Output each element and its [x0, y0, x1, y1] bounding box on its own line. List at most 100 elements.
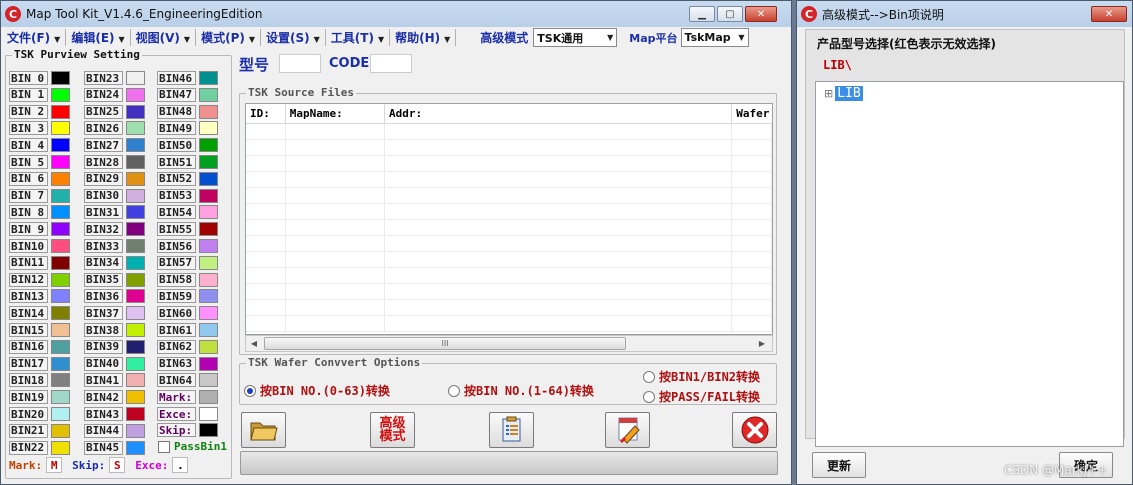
menu-edit[interactable]: 编辑(E) ▼	[66, 29, 131, 46]
bin-color-swatch[interactable]	[199, 71, 218, 85]
bin-color-swatch[interactable]	[51, 390, 70, 405]
menu-settings[interactable]: 设置(S) ▼	[261, 29, 326, 46]
col-mapname-header[interactable]: MapName:	[286, 104, 386, 123]
bin-color-swatch[interactable]	[199, 121, 218, 136]
table-row[interactable]	[246, 204, 772, 220]
close-button[interactable]: ✕	[745, 6, 777, 22]
bin-color-swatch[interactable]	[199, 188, 218, 203]
mark-color-swatch[interactable]	[199, 390, 218, 404]
skip-symbol-input[interactable]: S	[109, 457, 126, 473]
bin-color-swatch[interactable]	[126, 306, 145, 321]
menu-view[interactable]: 视图(V) ▼	[131, 29, 197, 46]
mark-symbol-input[interactable]: M	[46, 457, 63, 473]
bin-color-swatch[interactable]	[51, 323, 70, 337]
bin-color-swatch[interactable]	[199, 339, 218, 354]
bin-color-swatch[interactable]	[199, 255, 218, 270]
maximize-button[interactable]: ▢	[717, 6, 743, 22]
bin-color-swatch[interactable]	[126, 87, 145, 102]
bin-color-swatch[interactable]	[126, 272, 145, 287]
table-row[interactable]	[246, 316, 772, 332]
bin-color-swatch[interactable]	[126, 188, 145, 203]
bin-color-swatch[interactable]	[51, 407, 70, 421]
bin-color-swatch[interactable]	[51, 205, 70, 220]
bin-color-swatch[interactable]	[51, 373, 70, 388]
radio-selected-icon[interactable]	[244, 384, 256, 397]
bin-color-swatch[interactable]	[126, 407, 145, 421]
bin-color-swatch[interactable]	[51, 188, 70, 203]
table-row[interactable]	[246, 172, 772, 188]
exce-color-swatch[interactable]	[199, 407, 218, 421]
bin-color-swatch[interactable]	[126, 289, 145, 304]
bin-color-swatch[interactable]	[51, 138, 70, 153]
advanced-mode-button[interactable]: 高级 模式	[370, 412, 415, 448]
bin-color-swatch[interactable]	[51, 155, 70, 169]
option-bin1-bin2[interactable]: 按BIN1/BIN2转换	[643, 368, 760, 385]
option-bin-1-64[interactable]: 按BIN NO.(1-64)转换	[448, 382, 594, 399]
bin-color-swatch[interactable]	[199, 104, 218, 119]
menu-help[interactable]: 帮助(H) ▼	[390, 29, 457, 46]
bin-color-swatch[interactable]	[126, 255, 145, 270]
table-row[interactable]	[246, 188, 772, 204]
menu-file[interactable]: 文件(F) ▼	[2, 29, 67, 46]
table-row[interactable]	[246, 140, 772, 156]
bin-color-swatch[interactable]	[126, 373, 145, 388]
bin-color-swatch[interactable]	[126, 171, 145, 186]
bin-color-swatch[interactable]	[51, 222, 70, 237]
bin-color-swatch[interactable]	[199, 171, 218, 186]
bin-color-swatch[interactable]	[126, 121, 145, 136]
bin-color-swatch[interactable]	[199, 205, 218, 220]
option-pass-fail[interactable]: 按PASS/FAIL转换	[643, 388, 760, 405]
bin-color-swatch[interactable]	[199, 155, 218, 169]
tree-node-label[interactable]: LIB	[835, 86, 863, 101]
bin-color-swatch[interactable]	[126, 222, 145, 237]
tree-expand-icon[interactable]: ⊞	[824, 87, 833, 100]
bin-color-swatch[interactable]	[126, 339, 145, 354]
bin-color-swatch[interactable]	[126, 155, 145, 169]
bin-color-swatch[interactable]	[199, 222, 218, 237]
convert-button[interactable]	[489, 412, 534, 448]
bin-color-swatch[interactable]	[51, 356, 70, 371]
option-bin-0-63[interactable]: 按BIN NO.(0-63)转换	[244, 382, 390, 399]
skip-color-swatch[interactable]	[199, 423, 218, 437]
col-id-header[interactable]: ID:	[246, 104, 286, 123]
scroll-left-icon[interactable]: ◀	[246, 339, 262, 348]
radio-icon[interactable]	[643, 390, 655, 403]
code-input[interactable]	[370, 54, 412, 73]
source-files-table[interactable]: ID: MapName: Addr: Wafer	[245, 103, 773, 335]
bin-color-swatch[interactable]	[199, 373, 218, 388]
table-row[interactable]	[246, 124, 772, 140]
scroll-thumb[interactable]: III	[264, 337, 626, 350]
tree-node-lib[interactable]: ⊞ LIB	[824, 86, 863, 101]
bin-color-swatch[interactable]	[199, 272, 218, 287]
bin-color-swatch[interactable]	[199, 87, 218, 102]
menu-mode[interactable]: 模式(P) ▼	[196, 29, 261, 46]
passbin-checkbox[interactable]	[158, 440, 170, 453]
adv-mode-select[interactable]: TSK通用 ▼	[533, 28, 618, 47]
bin-color-swatch[interactable]	[51, 171, 70, 186]
bin-color-swatch[interactable]	[126, 71, 145, 85]
menu-tools[interactable]: 工具(T) ▼	[326, 29, 391, 46]
bin-color-swatch[interactable]	[199, 239, 218, 253]
bin-color-swatch[interactable]	[51, 255, 70, 270]
map-image-button[interactable]	[605, 412, 650, 448]
bin-color-swatch[interactable]	[51, 272, 70, 287]
bin-color-swatch[interactable]	[199, 323, 218, 337]
bin-color-swatch[interactable]	[126, 440, 145, 455]
exce-symbol-input[interactable]: .	[172, 457, 189, 473]
table-row[interactable]	[246, 252, 772, 268]
horizontal-scrollbar[interactable]: ◀ III ▶	[245, 335, 773, 352]
bin-color-swatch[interactable]	[51, 289, 70, 304]
radio-icon[interactable]	[448, 384, 460, 397]
bin-color-swatch[interactable]	[51, 71, 70, 85]
bin-color-swatch[interactable]	[199, 306, 218, 321]
col-wafer-header[interactable]: Wafer	[732, 104, 772, 123]
refresh-button[interactable]: 更新	[812, 452, 866, 478]
bin-color-swatch[interactable]	[126, 138, 145, 153]
bin-color-swatch[interactable]	[126, 104, 145, 119]
bin-color-swatch[interactable]	[51, 239, 70, 253]
bin-color-swatch[interactable]	[51, 121, 70, 136]
bin-color-swatch[interactable]	[51, 339, 70, 354]
bin-color-swatch[interactable]	[51, 306, 70, 321]
exit-button[interactable]	[732, 412, 777, 448]
bin-color-swatch[interactable]	[51, 87, 70, 102]
